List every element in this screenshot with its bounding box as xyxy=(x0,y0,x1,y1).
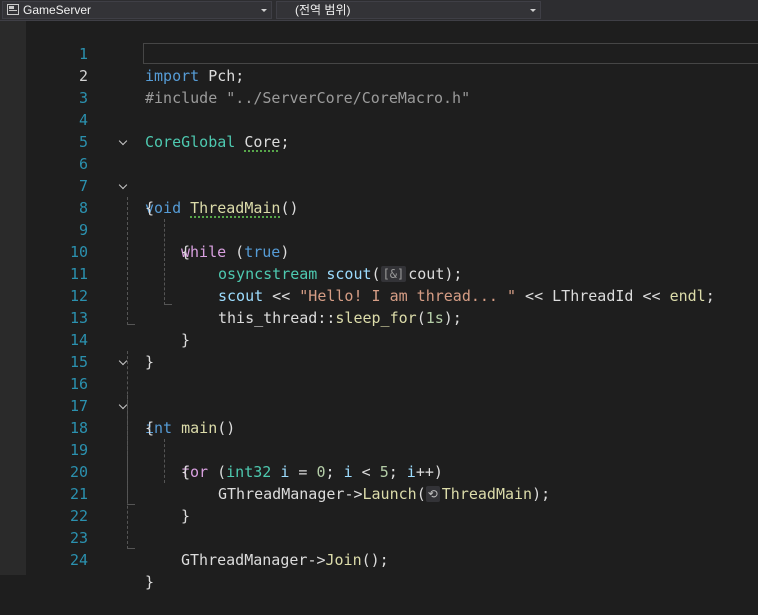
scope-dropdown[interactable]: (전역 범위) xyxy=(276,1,541,19)
fold-chevron-icon[interactable] xyxy=(118,136,128,146)
function-name: Join xyxy=(325,551,362,569)
code-line[interactable]: 8 while (true) xyxy=(0,175,758,261)
chevron-down-icon xyxy=(261,9,267,12)
fold-chevron-icon[interactable] xyxy=(118,400,128,410)
code-line[interactable]: 10 osyncstream scout([&] cout); xyxy=(0,219,758,283)
code-line[interactable]: 18 for (int32 i = 0; i < 5; i++) xyxy=(0,395,758,481)
code-line[interactable]: 17 { xyxy=(0,373,758,437)
project-name: GameServer xyxy=(23,3,92,17)
code-line[interactable]: 12 this_thread::sleep_for(1s); xyxy=(0,263,758,327)
navigation-bar: GameServer (전역 범위) xyxy=(0,0,758,21)
chevron-down-icon xyxy=(530,9,536,12)
code-line-current[interactable]: 2 #include "../ServerCore/CoreMacro.h" xyxy=(0,43,758,107)
code-line[interactable]: 5 xyxy=(0,109,758,151)
code-line[interactable]: 16 int main() xyxy=(0,351,758,437)
code-line[interactable]: 21 } xyxy=(0,461,758,525)
project-dropdown[interactable]: GameServer xyxy=(2,1,272,19)
fold-chevron-icon[interactable] xyxy=(118,356,128,366)
code-line[interactable]: 15 xyxy=(0,329,758,371)
code-line[interactable]: 22 xyxy=(0,483,758,525)
code-line[interactable]: 3 xyxy=(0,65,758,107)
code-line[interactable]: 13 } xyxy=(0,285,758,349)
scope-label: (전역 범위) xyxy=(295,3,351,17)
project-icon xyxy=(7,4,19,15)
code-line[interactable]: 20 GThreadManager->Launch(⟲ ThreadMain); xyxy=(0,439,758,503)
code-line[interactable]: 11 scout << "Hello! I am thread... " << … xyxy=(0,241,758,305)
fold-chevron-icon[interactable] xyxy=(118,180,128,190)
line-number: 24 xyxy=(69,551,88,569)
operator: -> xyxy=(307,551,326,569)
code-line[interactable]: 14 } xyxy=(0,307,758,371)
code-line[interactable]: 9 { xyxy=(0,197,758,261)
code-line[interactable]: 23 GThreadManager->Join(); xyxy=(0,505,758,569)
punctuation: (); xyxy=(361,551,389,569)
code-line[interactable]: 19 { xyxy=(0,417,758,481)
code-line[interactable]: 4 CoreGlobal Core; xyxy=(0,87,758,151)
code-line[interactable]: 6 void ThreadMain() xyxy=(0,131,758,217)
brace: } xyxy=(145,573,155,591)
code-line[interactable]: 1 import Pch; xyxy=(0,21,758,85)
code-line[interactable]: 7 { xyxy=(0,153,758,217)
identifier: GThreadManager xyxy=(181,551,308,569)
code-line[interactable]: 24 } xyxy=(0,527,758,591)
